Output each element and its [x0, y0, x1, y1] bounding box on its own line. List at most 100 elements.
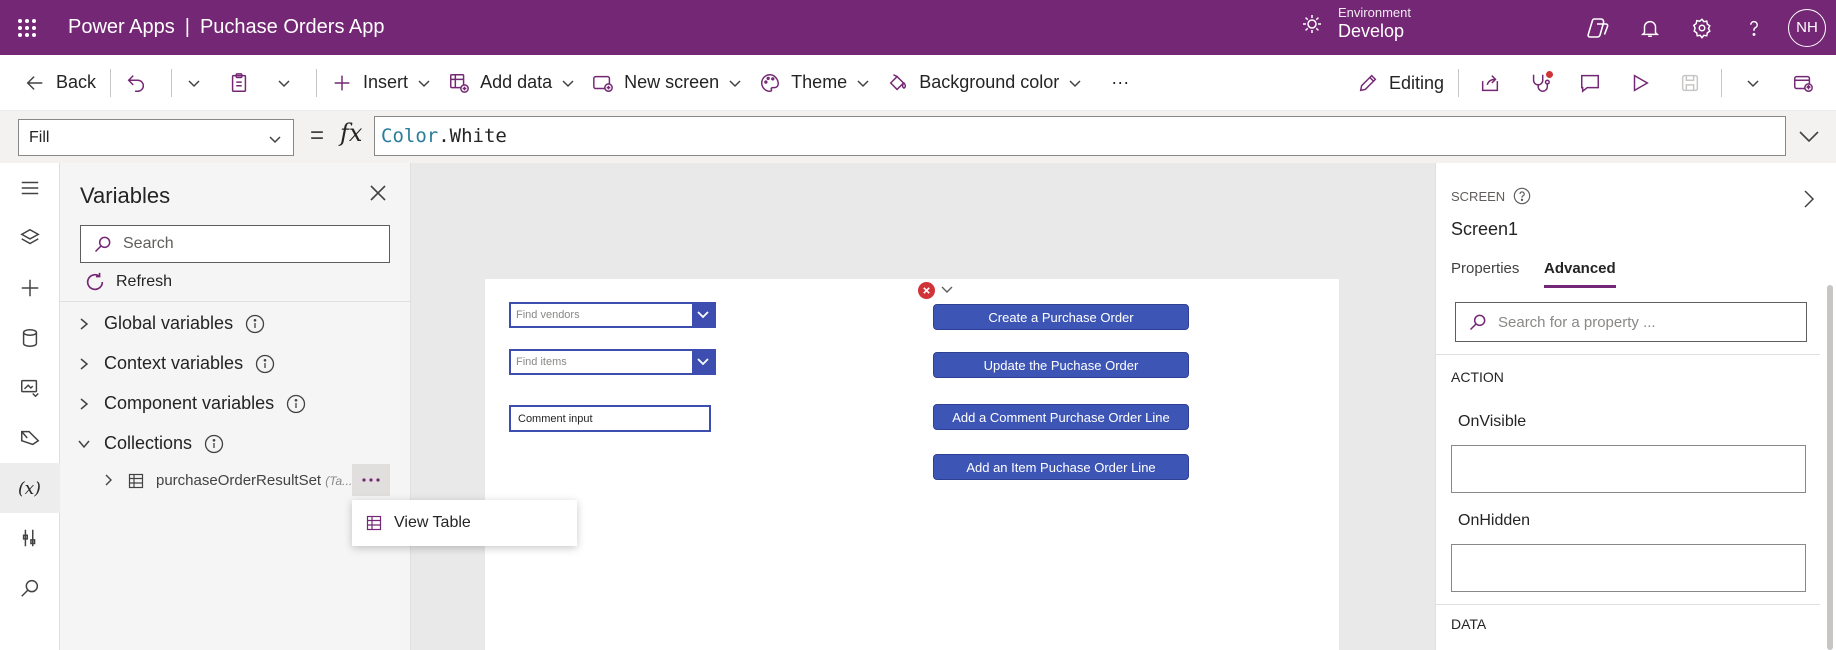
undo-button[interactable] — [117, 63, 165, 103]
view-table-menu-item[interactable]: View Table — [394, 514, 471, 532]
publish-icon — [1794, 75, 1813, 92]
play-icon — [1633, 74, 1649, 92]
search-icon — [1469, 314, 1486, 331]
title-separator: | — [184, 16, 190, 38]
search-placeholder: Search for a property ... — [1498, 313, 1656, 331]
context-menu: View Table — [352, 500, 577, 546]
new-screen-button[interactable]: New screen — [584, 63, 751, 103]
editing-mode-button[interactable]: Editing — [1349, 63, 1452, 103]
property-search-input[interactable]: Search for a property ... — [1455, 302, 1807, 342]
environment-value: Develop — [1338, 20, 1405, 41]
chevron-down-icon[interactable] — [692, 304, 714, 326]
collection-name: purchaseOrderResultSet (Ta... — [156, 472, 352, 489]
formula-input[interactable]: Color .White — [374, 116, 1786, 156]
help-icon[interactable] — [1728, 0, 1780, 55]
add-comment-line-button[interactable]: Add a Comment Purchase Order Line — [933, 404, 1189, 430]
close-icon[interactable] — [368, 183, 388, 203]
group-collections[interactable]: Collections — [78, 433, 224, 454]
chevron-down-icon — [729, 79, 741, 87]
expand-formula-button[interactable] — [1796, 123, 1822, 149]
publish-button[interactable] — [1778, 63, 1828, 103]
copilot-icon[interactable] — [1572, 0, 1624, 55]
find-vendors-combobox[interactable]: Find vendors — [509, 302, 716, 328]
info-icon[interactable] — [245, 314, 265, 334]
back-button[interactable]: Back — [16, 63, 104, 103]
chevron-right-icon — [80, 317, 89, 330]
property-dropdown[interactable]: Fill — [18, 119, 294, 156]
onhidden-formula-input[interactable] — [1451, 544, 1806, 592]
search-placeholder: Search — [123, 235, 174, 252]
product-name[interactable]: Power Apps — [68, 16, 175, 38]
avatar[interactable]: NH — [1788, 8, 1826, 47]
command-bar: Back Insert Add data New screen Theme Ba… — [0, 55, 1836, 111]
advanced-tools-rail-icon[interactable] — [0, 513, 60, 563]
app-checker-button[interactable] — [1515, 63, 1565, 103]
share-button[interactable] — [1465, 63, 1515, 103]
tab-advanced[interactable]: Advanced — [1544, 260, 1616, 288]
group-context-variables[interactable]: Context variables — [78, 353, 275, 374]
insert-rail-icon[interactable] — [0, 263, 60, 313]
info-icon[interactable] — [255, 354, 275, 374]
search-icon — [94, 236, 111, 253]
help-icon[interactable] — [1513, 187, 1531, 205]
undo-dropdown[interactable] — [178, 63, 220, 103]
formula-rest: .White — [438, 125, 507, 147]
chevron-down-icon — [1747, 80, 1759, 88]
tree-view-icon[interactable] — [0, 213, 60, 263]
group-component-variables[interactable]: Component variables — [78, 393, 306, 414]
comment-text-input[interactable]: Comment input — [509, 405, 711, 432]
comments-button[interactable] — [1565, 63, 1615, 103]
paste-dropdown[interactable] — [268, 63, 310, 103]
refresh-button[interactable]: Refresh — [84, 271, 172, 293]
settings-icon[interactable] — [1676, 0, 1728, 55]
formula-keyword: Color — [381, 125, 439, 147]
info-icon[interactable] — [204, 434, 224, 454]
more-commands-button[interactable]: ··· — [1103, 63, 1137, 103]
app-launcher-icon[interactable] — [0, 0, 54, 55]
editing-label: Editing — [1388, 72, 1444, 93]
power-automate-rail-icon[interactable] — [0, 413, 60, 463]
variables-rail-icon[interactable]: (x) — [0, 463, 60, 513]
notifications-icon[interactable] — [1624, 0, 1676, 55]
save-options-dropdown[interactable] — [1728, 63, 1778, 103]
add-item-line-button[interactable]: Add an Item Puchase Order Line — [933, 454, 1189, 480]
save-icon — [1681, 74, 1699, 92]
panel-scrollbar[interactable] — [1827, 285, 1833, 650]
preview-button[interactable] — [1615, 63, 1665, 103]
tab-properties[interactable]: Properties — [1451, 260, 1519, 285]
create-purchase-order-button[interactable]: Create a Purchase Order — [933, 304, 1189, 330]
search-rail-icon[interactable] — [0, 563, 60, 613]
variables-panel: Variables Search Refresh Global variable… — [60, 163, 411, 650]
collection-item[interactable]: purchaseOrderResultSet (Ta... — [60, 464, 411, 498]
find-items-combobox[interactable]: Find items — [509, 349, 716, 375]
chevron-down-icon[interactable] — [692, 351, 714, 373]
equals-sign: = — [310, 122, 325, 149]
save-button[interactable] — [1665, 63, 1715, 103]
chevron-down-icon[interactable] — [940, 285, 954, 295]
paste-button[interactable] — [220, 63, 268, 103]
chevron-down-icon — [418, 79, 430, 87]
hamburger-menu-icon[interactable] — [0, 163, 60, 213]
environment-label: Environment — [1338, 5, 1411, 20]
more-options-icon[interactable] — [352, 464, 390, 496]
chevron-right-icon[interactable] — [104, 474, 114, 486]
error-icon[interactable] — [918, 282, 935, 299]
theme-button[interactable]: Theme — [751, 63, 879, 103]
add-data-button[interactable]: Add data — [440, 63, 584, 103]
app-screen[interactable]: Find vendors Find items Comment input Cr… — [485, 279, 1339, 650]
chevron-right-icon — [80, 397, 89, 410]
environment-picker[interactable]: Environment Develop — [1300, 5, 1411, 42]
fx-icon[interactable]: fx — [340, 119, 362, 147]
media-rail-icon[interactable] — [0, 363, 60, 413]
variables-search-input[interactable]: Search — [80, 225, 390, 263]
update-purchase-order-button[interactable]: Update the Puchase Order — [933, 352, 1189, 378]
panel-divider — [60, 301, 411, 302]
group-global-variables[interactable]: Global variables — [78, 313, 265, 334]
chevron-right-icon[interactable] — [1802, 189, 1816, 209]
background-color-button[interactable]: Background color — [879, 63, 1091, 103]
chevron-down-icon — [562, 79, 574, 87]
data-rail-icon[interactable] — [0, 313, 60, 363]
info-icon[interactable] — [286, 394, 306, 414]
onvisible-formula-input[interactable] — [1451, 445, 1806, 493]
insert-button[interactable]: Insert — [323, 63, 440, 103]
